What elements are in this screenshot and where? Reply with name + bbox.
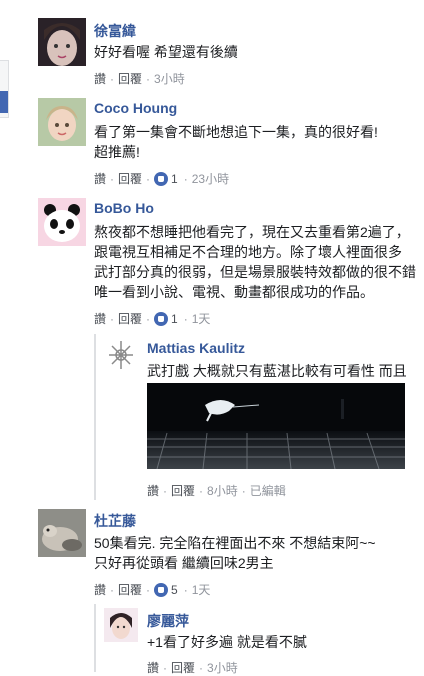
reply-text: 武打戲 大概就只有藍湛比較有可看性 而且	[147, 363, 407, 379]
reaction-count[interactable]: 1	[171, 312, 178, 326]
separator: ·	[110, 582, 115, 597]
timestamp[interactable]: 1天	[192, 581, 211, 598]
separator: ·	[146, 582, 151, 597]
comment-actions: 讚 · 回覆 · 1 · 23小時	[94, 170, 229, 187]
comment-text: 熬夜都不想睡把他看完了，現在又去重看第2遍了，	[94, 224, 410, 240]
comment-text: 超推薦!	[94, 144, 140, 160]
like-reaction-icon[interactable]	[154, 582, 169, 597]
separator: ·	[199, 483, 204, 498]
like-button[interactable]: 讚	[94, 170, 106, 187]
separator: ·	[199, 660, 204, 675]
reply-thread-line	[94, 604, 96, 672]
reaction-count[interactable]: 5	[171, 583, 178, 597]
reply-author[interactable]: Mattias Kaulitz	[147, 340, 245, 356]
reply-button[interactable]: 回覆	[118, 581, 142, 598]
like-reaction-icon[interactable]	[154, 171, 169, 186]
reply-button[interactable]: 回覆	[118, 170, 142, 187]
timestamp[interactable]: 8小時	[207, 482, 238, 499]
reply-actions: 讚 · 回覆 · 8小時 · 已編輯	[147, 482, 286, 499]
side-panel-tab-indicator	[0, 91, 8, 113]
like-button[interactable]: 讚	[147, 659, 159, 676]
comment-text: 看了第一集會不斷地想追下一集，真的很好看!	[94, 124, 378, 140]
reply-button[interactable]: 回覆	[171, 482, 195, 499]
comment-actions: 讚 · 回覆 · 5 · 1天	[94, 581, 210, 598]
timestamp[interactable]: 3小時	[207, 659, 238, 676]
separator: ·	[146, 171, 151, 186]
comment-text: 跟電視互相補足不合理的地方。除了壞人裡面很多	[94, 244, 402, 260]
timestamp[interactable]: 23小時	[192, 170, 229, 187]
avatar[interactable]	[104, 338, 138, 372]
comment-text: 好好看喔 希望還有後續	[94, 44, 238, 60]
reply-button[interactable]: 回覆	[118, 70, 142, 87]
separator: ·	[146, 311, 151, 326]
timestamp[interactable]: 3小時	[154, 70, 185, 87]
reply-text: +1看了好多遍 就是看不膩	[147, 634, 307, 650]
avatar[interactable]	[38, 509, 86, 557]
reply-button[interactable]: 回覆	[118, 310, 142, 327]
like-button[interactable]: 讚	[94, 581, 106, 598]
separator: ·	[110, 171, 115, 186]
side-panel-tab[interactable]	[0, 60, 9, 118]
reaction-count[interactable]: 1	[171, 172, 178, 186]
comment-author[interactable]: 徐富緯	[94, 21, 136, 41]
timestamp[interactable]: 1天	[192, 310, 211, 327]
separator: ·	[183, 582, 188, 597]
avatar[interactable]	[38, 198, 86, 246]
comment-text: 50集看完. 完全陷在裡面出不來 不想結束阿~~	[94, 535, 376, 551]
comment-author[interactable]: Coco Houng	[94, 100, 177, 116]
separator: ·	[110, 311, 115, 326]
comment-author[interactable]: 杜芷藤	[94, 511, 136, 531]
avatar[interactable]	[38, 98, 86, 146]
like-button[interactable]: 讚	[94, 310, 106, 327]
separator: ·	[163, 660, 168, 675]
reply-button[interactable]: 回覆	[171, 659, 195, 676]
reply-author[interactable]: 廖麗萍	[147, 611, 189, 631]
avatar[interactable]	[38, 18, 86, 66]
separator: ·	[241, 483, 246, 498]
comment-actions: 讚 · 回覆 · 1 · 1天	[94, 310, 210, 327]
avatar[interactable]	[104, 608, 138, 642]
comment-actions: 讚 · 回覆 · 3小時	[94, 70, 185, 87]
video-thumbnail[interactable]	[147, 383, 405, 469]
like-reaction-icon[interactable]	[154, 311, 169, 326]
separator: ·	[183, 171, 188, 186]
separator: ·	[146, 71, 151, 86]
separator: ·	[110, 71, 115, 86]
comment-text: 武打部分真的很弱，但是場景服裝特效都做的很不錯	[94, 264, 416, 280]
reply-thread-line	[94, 334, 96, 500]
comment-text: 唯一看到小說、電視、動畫都很成功的作品。	[94, 284, 374, 300]
comment-author[interactable]: BoBo Ho	[94, 200, 154, 216]
like-button[interactable]: 讚	[147, 482, 159, 499]
separator: ·	[163, 483, 168, 498]
comment-text: 只好再從頭看 繼續回味2男主	[94, 555, 274, 571]
separator: ·	[183, 311, 188, 326]
like-button[interactable]: 讚	[94, 70, 106, 87]
reply-actions: 讚 · 回覆 · 3小時	[147, 659, 238, 676]
edited-label[interactable]: 已編輯	[250, 482, 286, 499]
